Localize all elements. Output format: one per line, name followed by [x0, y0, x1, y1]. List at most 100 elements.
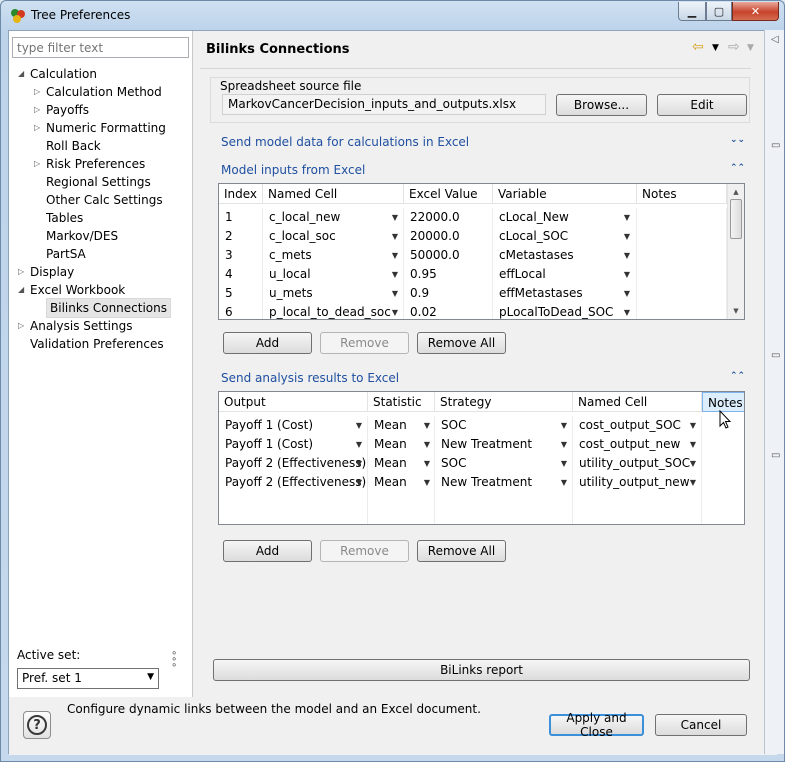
- table-cell[interactable]: Payoff 1 (Cost): [219, 435, 368, 454]
- table-cell[interactable]: cost_output_new: [573, 435, 702, 454]
- chevron-down-icon[interactable]: ▼: [556, 416, 572, 435]
- outputs-remove-button[interactable]: Remove: [320, 540, 409, 562]
- table-cell[interactable]: effLocal: [493, 265, 637, 284]
- table-cell[interactable]: New Treatment: [435, 435, 573, 454]
- table-row[interactable]: Payoff 1 (Cost) ▼ Mean ▼ SOC ▼ cost_output_SOC…: [219, 416, 744, 435]
- table-cell[interactable]: [637, 265, 727, 284]
- inputs-remove-all-button[interactable]: Remove All: [417, 332, 506, 354]
- table-cell[interactable]: 0.02: [404, 303, 493, 319]
- send-model-section[interactable]: Send model data for calculations in Exce…: [221, 135, 469, 149]
- table-row[interactable]: Payoff 2 (Effectiveness) ▼ Mean ▼ SOC ▼ utilit…: [219, 454, 744, 473]
- table-cell[interactable]: [702, 473, 744, 492]
- table-cell[interactable]: [219, 511, 368, 524]
- inputs-column-header[interactable]: Excel Value: [404, 184, 493, 204]
- chevron-down-icon[interactable]: ▼: [351, 473, 367, 492]
- outputs-column-header[interactable]: Strategy: [435, 392, 573, 412]
- table-cell[interactable]: cLocal_SOC: [493, 227, 637, 246]
- table-cell[interactable]: Payoff 2 (Effectiveness): [219, 454, 368, 473]
- table-cell[interactable]: p_local_to_dead_soc: [263, 303, 404, 319]
- cancel-button[interactable]: Cancel: [655, 714, 747, 736]
- chevron-down-icon[interactable]: ▼: [419, 473, 435, 492]
- table-row[interactable]: [219, 511, 744, 524]
- table-cell[interactable]: cost_output_SOC: [573, 416, 702, 435]
- filter-input[interactable]: [12, 37, 189, 58]
- chevron-down-icon[interactable]: ▼: [419, 454, 435, 473]
- table-cell[interactable]: [637, 208, 727, 227]
- table-cell[interactable]: SOC: [435, 454, 573, 473]
- back-arrow-icon[interactable]: ⇦: [692, 39, 704, 55]
- apply-and-close-button[interactable]: Apply and Close: [549, 711, 644, 739]
- table-cell[interactable]: c_local_new: [263, 208, 404, 227]
- help-button[interactable]: ?: [23, 711, 51, 739]
- table-cell[interactable]: [637, 227, 727, 246]
- back-menu-icon[interactable]: ▼: [712, 43, 719, 53]
- table-cell[interactable]: [702, 492, 744, 511]
- table-cell[interactable]: [702, 435, 744, 454]
- scroll-thumb[interactable]: [730, 199, 742, 239]
- table-cell[interactable]: [573, 511, 702, 524]
- table-row[interactable]: 6 p_local_to_dead_soc ▼ 0.02 pLocalToDead_SO…: [219, 303, 744, 319]
- more-options-icon[interactable]: ∘ ∘ ∘: [171, 649, 179, 671]
- inputs-column-header[interactable]: Variable: [493, 184, 637, 204]
- table-cell[interactable]: 0.9: [404, 284, 493, 303]
- table-cell[interactable]: 0.95: [404, 265, 493, 284]
- table-cell[interactable]: [368, 492, 435, 511]
- table-cell[interactable]: cLocal_New: [493, 208, 637, 227]
- table-cell[interactable]: 4: [219, 265, 263, 284]
- title-bar[interactable]: Tree Preferences ▁ ▢ ✕: [1, 1, 785, 31]
- table-cell[interactable]: [637, 284, 727, 303]
- maximize-button[interactable]: ▢: [706, 2, 732, 21]
- chevron-down-icon[interactable]: ▼: [387, 227, 403, 246]
- tree-collapsed-icon[interactable]: ▷: [18, 263, 28, 281]
- chevron-down-icon[interactable]: ▼: [619, 246, 635, 265]
- table-cell[interactable]: [637, 303, 727, 319]
- table-row[interactable]: 4 u_local ▼ 0.95 effLocal ▼: [219, 265, 744, 284]
- table-cell[interactable]: 22000.0: [404, 208, 493, 227]
- tree-collapsed-icon[interactable]: ▷: [34, 119, 44, 137]
- chevron-down-icon[interactable]: ▼: [387, 284, 403, 303]
- table-cell[interactable]: [702, 454, 744, 473]
- active-set-select[interactable]: Pref. set 1 ▼: [17, 668, 159, 689]
- table-cell[interactable]: c_mets: [263, 246, 404, 265]
- chevron-down-icon[interactable]: ▼: [387, 208, 403, 227]
- table-row[interactable]: 1 c_local_new ▼ 22000.0 cLocal_New ▼: [219, 208, 744, 227]
- inputs-column-header[interactable]: Named Cell: [263, 184, 404, 204]
- forward-arrow-icon[interactable]: ⇨: [728, 39, 740, 55]
- outputs-column-header[interactable]: Named Cell: [573, 392, 702, 412]
- scroll-down-icon[interactable]: ▼: [728, 303, 744, 319]
- outputs-column-header[interactable]: Statistic: [368, 392, 435, 412]
- browse-button[interactable]: Browse...: [556, 94, 647, 116]
- table-cell[interactable]: SOC: [435, 416, 573, 435]
- expand-section-icon[interactable]: ⌄⌄: [730, 135, 745, 145]
- tree-collapsed-icon[interactable]: ▷: [18, 317, 28, 335]
- inputs-add-button[interactable]: Add: [223, 332, 312, 354]
- chevron-down-icon[interactable]: ▼: [419, 435, 435, 454]
- chevron-down-icon[interactable]: ▼: [685, 416, 701, 435]
- chevron-down-icon[interactable]: ▼: [556, 454, 572, 473]
- table-cell[interactable]: 1: [219, 208, 263, 227]
- bilinks-report-button[interactable]: BiLinks report: [213, 659, 750, 681]
- chevron-down-icon[interactable]: ▼: [556, 435, 572, 454]
- table-cell[interactable]: [573, 492, 702, 511]
- chevron-down-icon[interactable]: ▼: [619, 284, 635, 303]
- table-cell[interactable]: 20000.0: [404, 227, 493, 246]
- outputs-column-header[interactable]: Output: [219, 392, 368, 412]
- table-row[interactable]: [219, 492, 744, 511]
- scroll-up-icon[interactable]: ▲: [728, 184, 744, 200]
- table-row[interactable]: 5 u_mets ▼ 0.9 effMetastases ▼: [219, 284, 744, 303]
- inputs-column-header[interactable]: Notes: [637, 184, 727, 204]
- chevron-down-icon[interactable]: ▼: [619, 265, 635, 284]
- table-cell[interactable]: c_local_soc: [263, 227, 404, 246]
- table-row[interactable]: 3 c_mets ▼ 50000.0 cMetastases ▼: [219, 246, 744, 265]
- tree-expanded-icon[interactable]: ◢: [18, 281, 28, 299]
- table-cell[interactable]: Payoff 2 (Effectiveness): [219, 473, 368, 492]
- inputs-column-header[interactable]: Index: [219, 184, 263, 204]
- tree-expanded-icon[interactable]: ◢: [18, 65, 28, 83]
- inputs-scrollbar[interactable]: ▲ ▼: [727, 184, 744, 319]
- chevron-down-icon[interactable]: ▼: [387, 265, 403, 284]
- table-cell[interactable]: effMetastases: [493, 284, 637, 303]
- analysis-results-table[interactable]: Output Statistic Strategy Named Cell Notes P…: [218, 391, 745, 525]
- table-cell[interactable]: 2: [219, 227, 263, 246]
- table-cell[interactable]: 3: [219, 246, 263, 265]
- chevron-down-icon[interactable]: ▼: [685, 473, 701, 492]
